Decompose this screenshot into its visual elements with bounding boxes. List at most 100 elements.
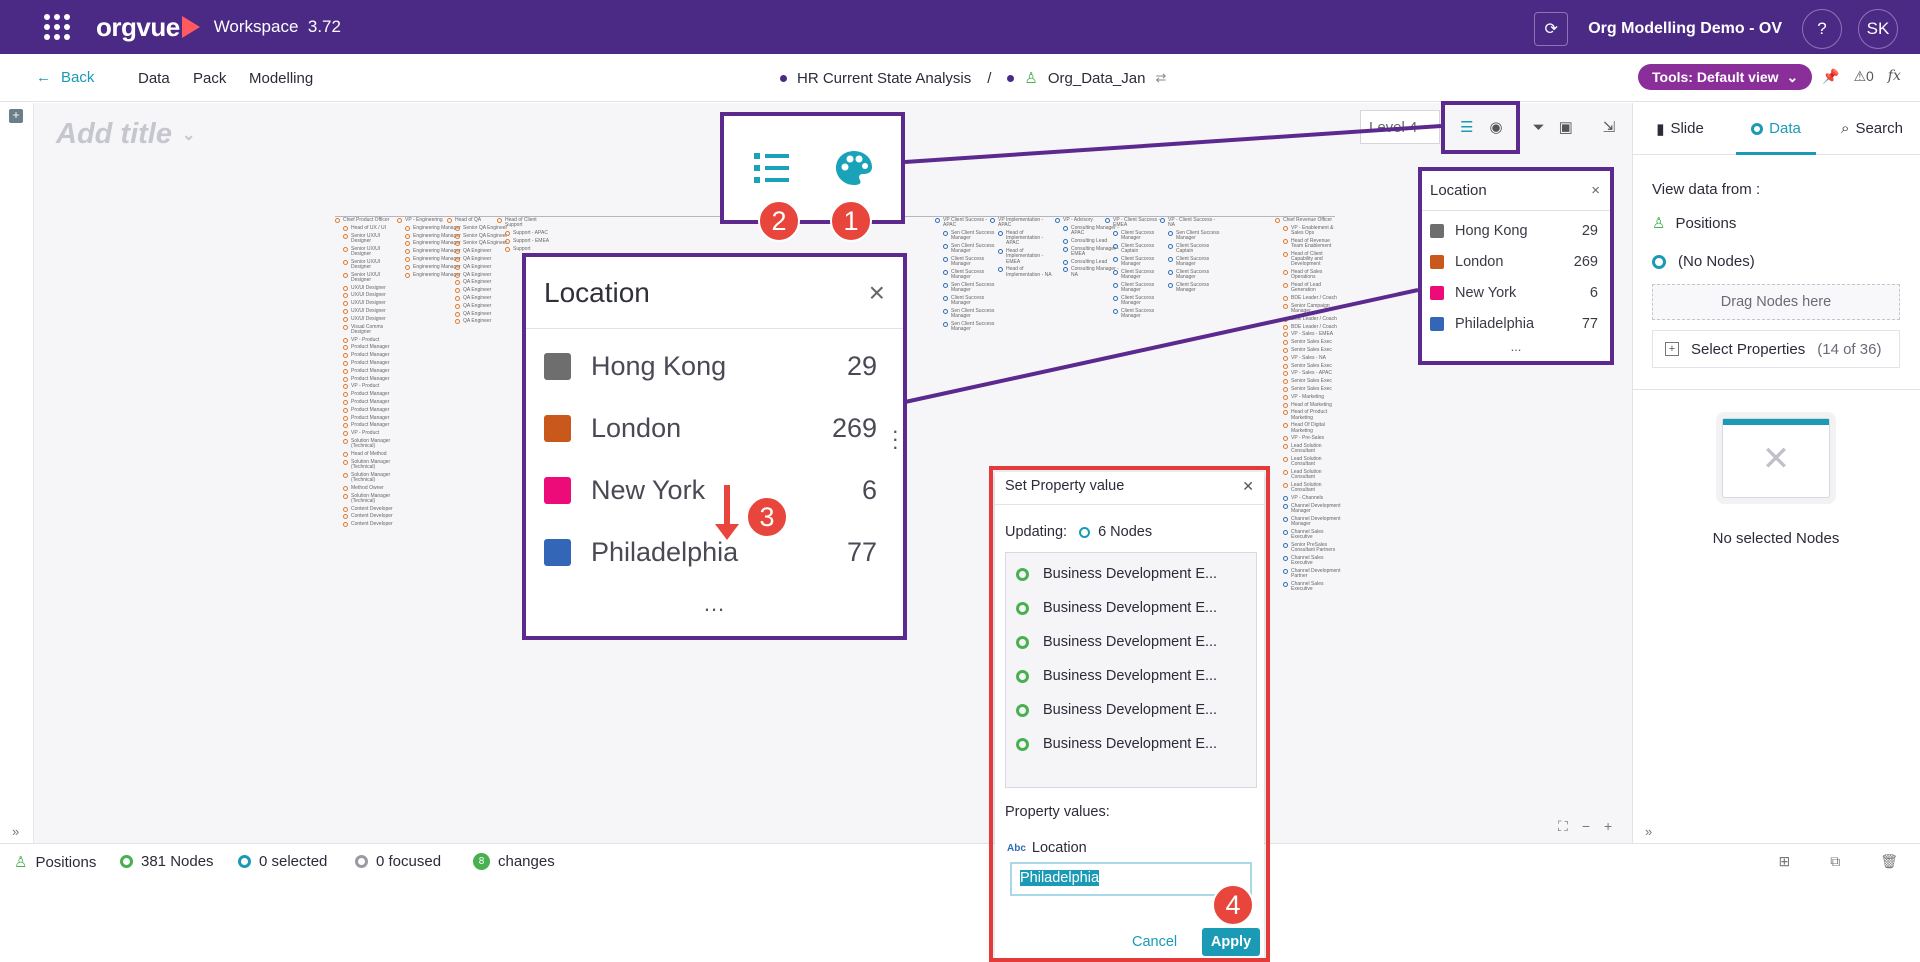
add-node-icon[interactable]: ⊞ [1778,853,1790,870]
org-node[interactable]: Visual Comms Designer [343,324,401,335]
formula-icon[interactable]: fx [1888,68,1901,85]
legend-more[interactable]: ... [1422,339,1610,354]
org-node[interactable]: Head of Revenue Team Enablement [1283,238,1341,249]
tab-search[interactable]: ⌕ Search [1824,103,1920,154]
close-icon[interactable]: × [1591,182,1600,199]
sync-icon[interactable]: ⟳ [1534,12,1569,46]
positions-source[interactable]: ♙ Positions [1652,214,1736,233]
fit-icon[interactable]: ⛶ [1558,818,1568,835]
org-node[interactable]: UX/UI Designer [343,300,401,307]
org-node[interactable]: Channel Development Manager [1283,503,1341,514]
org-node[interactable]: Support [505,246,563,252]
org-node[interactable]: Channel Sales Executive [1283,581,1341,592]
org-node[interactable]: VP - Sales - NA [1283,355,1341,361]
org-node[interactable]: QA Engineer [455,280,513,286]
org-node[interactable]: Senior Sales Exec [1283,347,1341,353]
tab-slide[interactable]: ▮ Slide [1632,103,1728,154]
org-node[interactable]: Client Success Manager [1168,256,1226,267]
org-node[interactable]: UX/UI Designer [343,285,401,291]
layers-icon[interactable]: ▣ [1559,118,1573,136]
org-node[interactable]: Product Manager [343,368,401,374]
org-node[interactable]: Head of Sales Operations [1283,269,1341,280]
org-node[interactable]: VP - Channels [1283,495,1341,502]
org-node[interactable]: VP - Marketing [1283,394,1341,400]
org-node[interactable]: QA Engineer [455,256,513,262]
org-node[interactable]: Sen Client Success Manager [943,282,1001,293]
org-node[interactable]: Channel Sales Executive [1283,555,1341,566]
add-panel-icon[interactable]: + [9,109,23,123]
org-node[interactable]: Solution Manager (Technical) [343,438,401,449]
nav-modelling[interactable]: Modelling [249,70,313,87]
org-node[interactable]: VP - Pre-Sales [1283,436,1341,442]
help-button[interactable]: ? [1802,9,1842,49]
org-node[interactable]: QA Engineer [455,311,513,317]
org-node[interactable]: Chief Product Officer [335,217,393,223]
org-node[interactable]: Head of Implementation - NA [998,267,1056,277]
kebab-icon[interactable]: · · · [892,420,899,458]
org-node[interactable]: QA Engineer [455,303,513,309]
org-node[interactable]: Senior Campaign Manager [1283,303,1341,314]
org-node[interactable]: Head of Client Support [497,217,555,228]
org-node[interactable]: Head of Marketing [1283,402,1341,408]
org-node[interactable]: Client Success Manager [1168,269,1226,280]
org-node[interactable]: VP - Product [343,337,401,343]
org-node[interactable]: Sen Client Success Manager [1168,230,1226,241]
org-node[interactable]: Head of Implementation - APAC [998,230,1056,247]
org-node[interactable]: Product Manager [343,345,401,351]
export-icon[interactable]: ⇲ [1603,118,1616,136]
org-node[interactable]: Head of Method [343,451,401,457]
org-node[interactable]: Lead Solution Consultant [1283,469,1341,480]
org-node[interactable]: Senior Sales Exec [1283,378,1341,385]
org-node[interactable]: Client Success Manager [1168,282,1226,293]
org-node[interactable]: Client Success Captain [1168,243,1226,254]
org-node[interactable]: Head of Lead Generation [1283,282,1341,293]
org-node[interactable]: QA Engineer [455,264,513,270]
org-node[interactable]: BDE Leader / Coach [1283,324,1341,330]
org-node[interactable]: Senior UX/UI Designer [343,233,401,244]
pin-icon[interactable]: 📌 [1822,68,1839,85]
org-node[interactable]: Product Manager [343,376,401,382]
legend-more[interactable]: ... [526,591,903,617]
org-node[interactable]: Channel Development Partner [1283,568,1341,579]
org-node[interactable]: Product Manager [343,423,401,429]
org-node[interactable]: Head Of Digital Marketing [1283,423,1341,433]
nav-pack[interactable]: Pack [193,70,226,87]
user-avatar[interactable]: SK [1858,9,1898,49]
org-node[interactable]: Support - EMEA [505,238,563,244]
select-properties-button[interactable]: + Select Properties (14 of 36) [1652,330,1900,368]
org-node[interactable]: QA Engineer [455,319,513,325]
org-node[interactable]: Product Manager [343,407,401,413]
nav-data[interactable]: Data [138,70,170,87]
expand-right-icon[interactable]: » [1645,824,1652,839]
org-node[interactable]: BDE Leader / Coach [1283,295,1341,301]
org-node[interactable]: Senior Sales Exec [1283,363,1341,369]
legend-row-london[interactable]: London 269 [1422,246,1610,277]
org-node[interactable]: VP - Sales - APAC [1283,371,1341,377]
status-focused[interactable]: 0 focused [355,853,441,870]
org-node[interactable]: Product Manager [343,391,401,398]
add-title-field[interactable]: Add title ⌄ [56,118,195,151]
org-node[interactable]: Head of Client Capability and Developmen… [1283,251,1341,268]
expand-left-icon[interactable]: » [12,824,19,839]
tab-data[interactable]: Data [1728,103,1824,155]
project-name[interactable]: Org Modelling Demo - OV [1588,20,1782,38]
org-node[interactable]: VP - Product [343,430,401,437]
org-node[interactable]: Solution Manager (Technical) [343,472,401,483]
org-node[interactable]: Content Developer [343,506,401,512]
org-node[interactable]: Sen Client Success Manager [943,321,1001,332]
org-node[interactable]: Lead Solution Consultant [1283,482,1341,493]
org-node[interactable]: Senior UX/UI Designer [343,272,401,283]
org-node[interactable]: Solution Manager (Technical) [343,459,401,470]
org-node[interactable]: VP - Client Success - NA [1160,217,1218,228]
org-node[interactable]: Lead Solution Consultant [1283,443,1341,454]
org-node[interactable]: Client Success Manager [943,295,1001,306]
org-node[interactable]: VP Implementation - APAC [990,217,1048,228]
status-nodes[interactable]: 381 Nodes [120,853,214,870]
legend-row-new-york[interactable]: New York 6 [1422,277,1610,308]
legend-row-hong-kong[interactable]: Hong Kong 29 [1422,215,1610,246]
org-node[interactable]: BDE Leader / Coach [1283,316,1341,322]
org-node[interactable]: Senior UX/UI Designer [343,259,401,270]
org-node[interactable]: Head of Implementation - EMEA [998,249,1056,265]
org-node[interactable]: Support - APAC [505,230,563,236]
filter-icon[interactable]: ⏷ [1533,119,1545,136]
